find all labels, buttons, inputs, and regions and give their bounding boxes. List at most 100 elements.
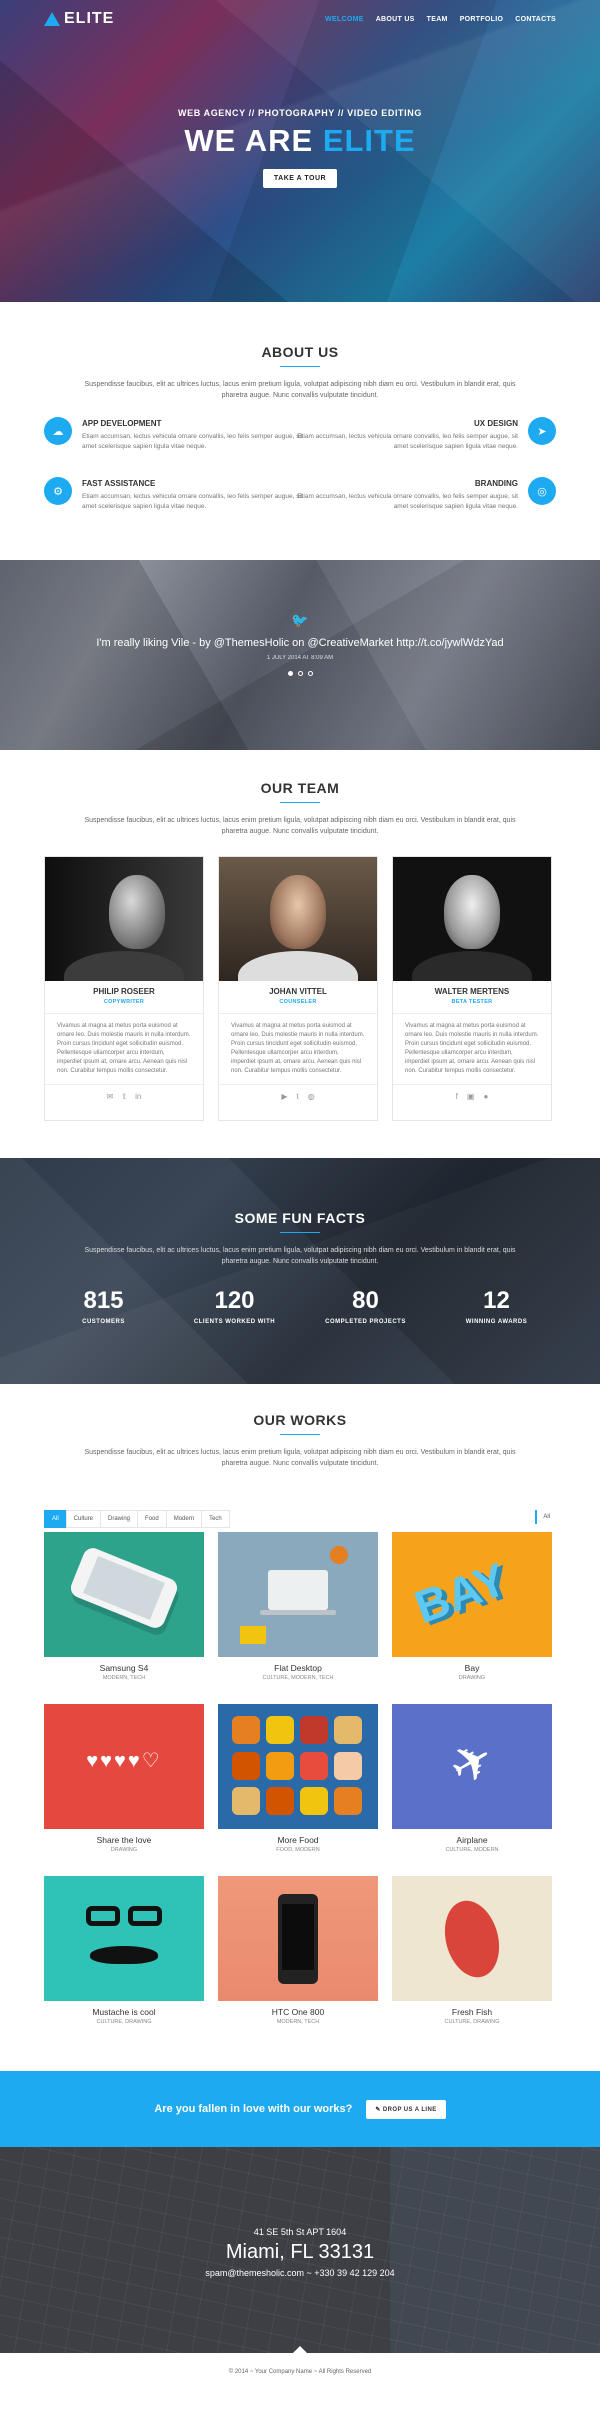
member-role: COUNSELER — [279, 999, 317, 1005]
portfolio-categories: MODERN, TECH — [102, 1675, 146, 1681]
title-divider — [280, 1232, 320, 1233]
photo-shoulders — [64, 951, 184, 981]
portfolio-thumb: ✈ — [392, 1704, 552, 1829]
laptop-base — [260, 1610, 336, 1615]
menu-item-contacts[interactable]: CONTACTS — [515, 16, 556, 23]
phone-screen — [83, 1555, 165, 1621]
filter-culture[interactable]: Culture — [65, 1510, 102, 1528]
portfolio-grid: Samsung S4 MODERN, TECH Flat Desktop CUL… — [44, 1532, 552, 2040]
logo-triangle-icon — [44, 12, 60, 26]
email-phone[interactable]: spam@themesholic.com ~ +330 39 42 129 20… — [0, 2268, 600, 2278]
portfolio-item[interactable]: Mustache is cool CULTURE, DRAWING — [44, 1876, 204, 2040]
globe-icon: ◎ — [528, 477, 556, 505]
member-photo — [219, 857, 377, 981]
portfolio-title: Mustache is cool — [92, 2007, 156, 2017]
take-a-tour-button[interactable]: TAKE A TOUR — [262, 169, 338, 188]
cta-question: Are you fallen in love with our works? — [154, 2103, 353, 2115]
fact-label: CLIENTS WORKED WITH — [193, 1319, 276, 1325]
service-text: Etiam accumsan, lectus vehicula ornare c… — [297, 433, 518, 450]
phone-shape — [67, 1545, 181, 1631]
member-social: ▶ t ◍ — [219, 1084, 377, 1101]
food-tile — [300, 1787, 328, 1816]
carousel-dot[interactable] — [307, 671, 313, 676]
member-name: JOHAN VITTEL — [269, 987, 327, 996]
carousel-dot[interactable] — [297, 671, 303, 676]
address-city: Miami, FL 33131 — [225, 2241, 375, 2263]
portfolio-thumb — [218, 1704, 378, 1829]
android-icon[interactable]: ▣ — [467, 1092, 475, 1101]
filter-modern[interactable]: Modern — [165, 1510, 203, 1528]
photo-shoulders — [238, 951, 358, 981]
menu-item-about[interactable]: ABOUT US — [376, 16, 415, 23]
team-card: WALTER MERTENS BETA TESTER Vivamus at ma… — [392, 856, 552, 1121]
portfolio-categories: CULTURE, MODERN, TECH — [262, 1675, 334, 1681]
fact-label: WINNING AWARDS — [465, 1319, 528, 1325]
note-shape — [240, 1626, 266, 1644]
hearts-icon: ♥♥♥♥♡ — [86, 1750, 162, 1772]
food-tile — [334, 1787, 362, 1816]
portfolio-filters: All Culture Drawing Food Modern Tech — [44, 1510, 230, 1528]
portfolio-item[interactable]: More Food FOOD, MODERN — [218, 1704, 378, 1868]
fact-number: 12 — [483, 1287, 510, 1314]
drop-us-a-line-button[interactable]: ✎ DROP US A LINE — [366, 2099, 446, 2119]
portfolio-thumb — [218, 1532, 378, 1657]
works-title: OUR WORKS — [253, 1412, 347, 1428]
facts-section: SOME FUN FACTS Suspendisse faucibus, eli… — [0, 1158, 600, 1384]
about-title: ABOUT US — [261, 344, 339, 360]
food-tile — [334, 1751, 362, 1780]
filter-all-right[interactable]: All — [535, 1510, 556, 1524]
tweet-text[interactable]: I'm really liking Vile - by @ThemesHolic… — [0, 637, 600, 649]
youtube-icon[interactable]: ▶ — [281, 1092, 287, 1101]
caret-up-icon — [293, 2346, 307, 2353]
hero-content: WEB AGENCY // PHOTOGRAPHY // VIDEO EDITI… — [0, 108, 600, 188]
tumblr-icon[interactable]: t — [296, 1092, 298, 1101]
food-tile — [300, 1716, 328, 1744]
cup-shape — [330, 1546, 348, 1564]
member-bio: Vivamus at magna at metus porta euismod … — [57, 1023, 191, 1074]
portfolio-item[interactable]: HTC One 800 MODERN, TECH — [218, 1876, 378, 2040]
works-lead: Suspendisse faucibus, elit ac ultrices l… — [84, 1449, 516, 1467]
portfolio-categories: MODERN, TECH — [276, 2019, 320, 2025]
service-title: APP DEVELOPMENT — [82, 419, 162, 428]
service-text: Etiam accumsan, lectus vehicula ornare c… — [297, 493, 518, 510]
menu-item-team[interactable]: TEAM — [427, 16, 448, 23]
photo-shoulders — [412, 951, 532, 981]
service-text: Etiam accumsan, lectus vehicula ornare c… — [82, 493, 303, 510]
carousel-dot[interactable] — [287, 671, 293, 676]
portfolio-thumb — [44, 1876, 204, 2001]
food-tile — [300, 1751, 328, 1780]
facebook-icon[interactable]: f — [456, 1092, 458, 1101]
portfolio-item[interactable]: Samsung S4 MODERN, TECH — [44, 1532, 204, 1696]
filter-drawing[interactable]: Drawing — [100, 1510, 139, 1528]
service-text: Etiam accumsan, lectus vehicula ornare c… — [82, 433, 303, 450]
portfolio-thumb — [392, 1876, 552, 2001]
food-tile — [266, 1716, 294, 1744]
twitter-section: 🐦 I'm really liking Vile - by @ThemesHol… — [0, 560, 600, 750]
twitter-icon[interactable]: 𝕥 — [122, 1092, 126, 1101]
carousel-dots — [0, 671, 600, 676]
portfolio-item[interactable]: Fresh Fish CULTURE, DRAWING — [392, 1876, 552, 2040]
portfolio-item[interactable]: ♥♥♥♥♡ Share the love DRAWING — [44, 1704, 204, 1868]
dribbble-icon[interactable]: ◍ — [308, 1092, 315, 1101]
portfolio-item[interactable]: ✈ Airplane CULTURE, MODERN — [392, 1704, 552, 1868]
filter-all[interactable]: All — [44, 1510, 67, 1528]
map-contact-section[interactable]: 41 SE 5th St APT 1604 Miami, FL 33131 sp… — [0, 2147, 600, 2353]
portfolio-categories: DRAWING — [110, 1847, 138, 1853]
portfolio-title: Fresh Fish — [451, 2007, 493, 2017]
portfolio-item[interactable]: BAY Bay DRAWING — [392, 1532, 552, 1696]
divider — [219, 1013, 377, 1014]
filter-tech[interactable]: Tech — [201, 1510, 230, 1528]
hero-title-a: WE ARE — [184, 123, 323, 158]
menu-item-portfolio[interactable]: PORTFOLIO — [460, 16, 504, 23]
portfolio-item[interactable]: Flat Desktop CULTURE, MODERN, TECH — [218, 1532, 378, 1696]
menu-item-welcome[interactable]: WELCOME — [325, 16, 364, 23]
logo-text: ELITE — [64, 10, 115, 27]
linkedin-icon[interactable]: in — [135, 1092, 141, 1101]
filter-food[interactable]: Food — [137, 1510, 167, 1528]
portfolio-categories: CULTURE, DRAWING — [96, 2019, 152, 2025]
apple-icon[interactable]: ● — [483, 1092, 488, 1101]
logo[interactable]: ELITE — [44, 10, 114, 28]
facts-lead: Suspendisse faucibus, elit ac ultrices l… — [84, 1247, 516, 1265]
team-section: OUR TEAM Suspendisse faucibus, elit ac u… — [0, 750, 600, 1158]
envelope-icon[interactable]: ✉ — [107, 1092, 114, 1101]
